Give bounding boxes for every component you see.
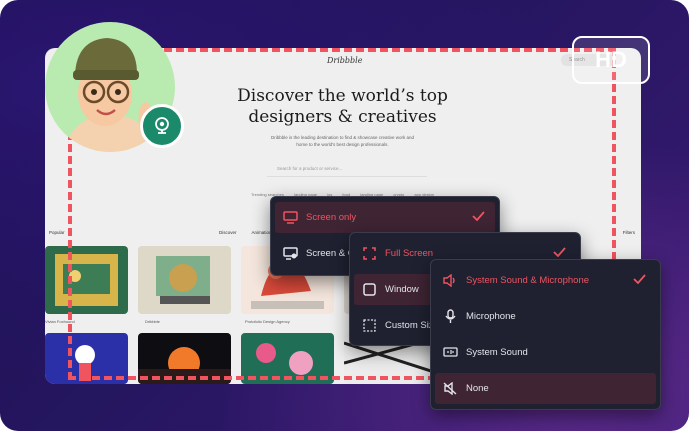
- microphone-icon: [442, 309, 458, 325]
- shot-caption: Dribbble: [145, 319, 160, 324]
- menu-item-label: Window: [385, 284, 419, 295]
- menu-item-system-sound[interactable]: System Sound: [435, 337, 656, 368]
- menu-item-label: Screen only: [306, 212, 357, 223]
- webcam-icon: [155, 117, 169, 134]
- speaker-icon: [442, 273, 458, 289]
- filter-button: Filters: [622, 230, 635, 235]
- shot-caption: Vivian Foxhound: [45, 319, 75, 324]
- site-logo: Dribbble: [327, 56, 363, 65]
- app-stage: Dribbble Search Discover the world’s top…: [0, 0, 689, 431]
- webcam-button[interactable]: [140, 104, 184, 148]
- audio-source-menu: System Sound & Microphone Microphone Sys…: [430, 259, 661, 410]
- menu-item-label: Full Screen: [385, 248, 434, 259]
- check-icon: [472, 211, 485, 224]
- custom-size-icon: [361, 318, 377, 334]
- shot-tile: [138, 333, 231, 384]
- shot-tile: [45, 333, 128, 384]
- mute-icon: [442, 381, 458, 397]
- shot-tile: [241, 333, 334, 384]
- menu-item-screen-only[interactable]: Screen only: [275, 202, 495, 233]
- fullscreen-icon: [361, 246, 377, 262]
- monitor-icon: [282, 210, 298, 226]
- menu-item-label: None: [466, 383, 489, 394]
- menu-item-label: System Sound: [466, 347, 528, 358]
- menu-item-label: System Sound & Microphone: [466, 275, 590, 286]
- shot-tile: [45, 246, 128, 314]
- window-icon: [361, 282, 377, 298]
- shot-tile: [138, 246, 231, 314]
- system-sound-icon: [442, 345, 458, 361]
- hero-headline: Discover the world’s top designers & cre…: [237, 86, 448, 127]
- check-icon: [633, 274, 646, 287]
- menu-item-none[interactable]: None: [435, 373, 656, 404]
- hero-subtitle: Dribbble is the leading destination to f…: [270, 135, 415, 147]
- hd-badge[interactable]: HD: [572, 36, 650, 84]
- shot-caption: Protofolio Design Agency: [245, 319, 290, 324]
- monitor-camera-icon: [282, 246, 298, 262]
- menu-item-label: Microphone: [466, 311, 516, 322]
- menu-item-system-sound-microphone[interactable]: System Sound & Microphone: [435, 265, 656, 296]
- filter-popular: Popular: [49, 230, 65, 235]
- site-search-bar: Search for a product or service...: [267, 162, 427, 177]
- menu-item-microphone[interactable]: Microphone: [435, 301, 656, 332]
